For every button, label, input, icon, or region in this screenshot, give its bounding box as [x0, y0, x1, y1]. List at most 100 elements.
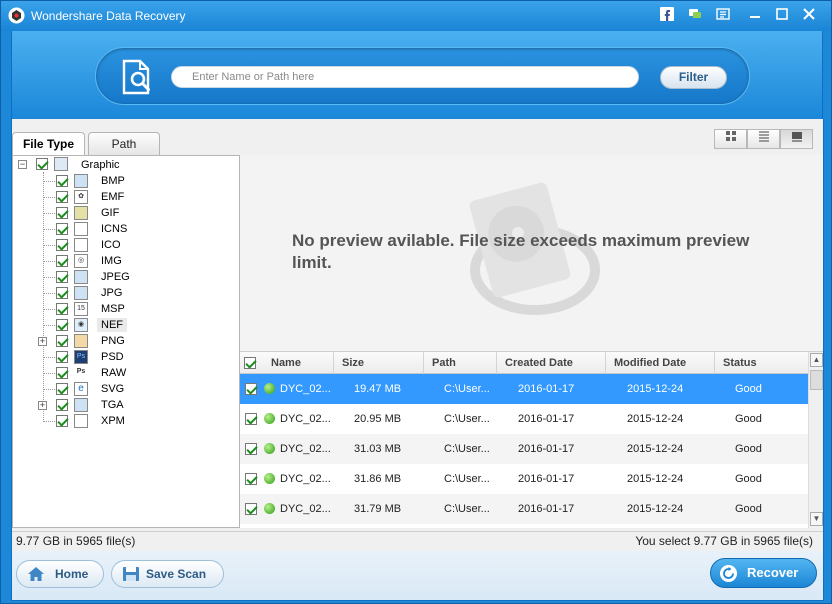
row-checkbox[interactable]: [245, 383, 257, 395]
tab-path[interactable]: Path: [88, 132, 160, 156]
xpm-icon: [74, 414, 88, 428]
bottom-bar: 9.77 GB in 5965 file(s) You select 9.77 …: [11, 531, 824, 601]
column-path[interactable]: Path: [424, 352, 497, 374]
tree-item-jpg[interactable]: JPG: [13, 286, 239, 302]
tree-item-label: TGA: [101, 399, 124, 411]
row-checkbox[interactable]: [245, 443, 257, 455]
file-path: C:\User...: [444, 383, 490, 395]
raw-checkbox[interactable]: [56, 367, 68, 379]
recover-label: Recover: [747, 565, 799, 580]
file-search-icon: [122, 59, 150, 95]
tree-item-bmp[interactable]: BMP: [13, 174, 239, 190]
jpeg-checkbox[interactable]: [56, 271, 68, 283]
file-size: 19.47 MB: [354, 383, 402, 395]
preview-view-icon[interactable]: [780, 129, 813, 149]
gif-checkbox[interactable]: [56, 207, 68, 219]
facebook-icon[interactable]: [659, 7, 675, 23]
status-strip: 9.77 GB in 5965 file(s) You select 9.77 …: [12, 531, 823, 551]
tree-item-label: EMF: [101, 191, 125, 203]
emf-checkbox[interactable]: [56, 191, 68, 203]
status-dot-icon: [264, 443, 275, 454]
tree-item-label: PSD: [101, 351, 124, 363]
search-bar: Filter: [95, 47, 750, 105]
table-row[interactable]: DYC_02... 31.03 MB C:\User... 2016-01-17…: [240, 434, 808, 464]
bmp-icon: [74, 174, 88, 188]
menu-icon[interactable]: [715, 7, 731, 23]
select-all-checkbox[interactable]: [244, 357, 256, 369]
psd-checkbox[interactable]: [56, 351, 68, 363]
expand-toggle-icon[interactable]: +: [38, 401, 47, 410]
graphic-checkbox[interactable]: [36, 158, 48, 170]
tree-item-png[interactable]: + PNG: [13, 334, 239, 350]
file-size: 20.95 MB: [354, 413, 402, 425]
scroll-thumb[interactable]: [810, 370, 823, 390]
tree-item-psd[interactable]: Ps PSD: [13, 350, 239, 366]
jpg-checkbox[interactable]: [56, 287, 68, 299]
tree-item-img[interactable]: ◎ IMG: [13, 254, 239, 270]
scroll-down-icon[interactable]: ▼: [810, 512, 823, 526]
tree-item-label: BMP: [101, 175, 125, 187]
tree-item-nef[interactable]: ◉ NEF: [13, 318, 239, 334]
created-date: 2016-01-17: [518, 443, 575, 455]
scroll-up-icon[interactable]: ▲: [810, 353, 823, 367]
list-view-icon[interactable]: [747, 129, 780, 149]
collapse-toggle-icon[interactable]: −: [18, 160, 27, 169]
chat-icon[interactable]: [687, 7, 703, 23]
file-list-scrollbar[interactable]: ▲ ▼: [808, 352, 823, 528]
row-checkbox[interactable]: [245, 473, 257, 485]
ico-checkbox[interactable]: [56, 239, 68, 251]
tree-item-label: JPG: [101, 287, 123, 299]
tree-item-label: MSP: [101, 303, 125, 315]
recover-button[interactable]: Recover: [710, 558, 817, 588]
search-input[interactable]: [171, 66, 639, 88]
row-checkbox[interactable]: [245, 413, 257, 425]
tga-checkbox[interactable]: [56, 399, 68, 411]
tree-item-jpeg[interactable]: JPEG: [13, 270, 239, 286]
tree-item-emf[interactable]: ✿ EMF: [13, 190, 239, 206]
tree-item-svg[interactable]: e SVG: [13, 382, 239, 398]
table-row[interactable]: DYC_02... 20.95 MB C:\User... 2016-01-17…: [240, 404, 808, 434]
png-checkbox[interactable]: [56, 335, 68, 347]
tree-item-tga[interactable]: + TGA: [13, 398, 239, 414]
status-dot-icon: [264, 503, 275, 514]
table-row[interactable]: DYC_02... 31.86 MB C:\User... 2016-01-17…: [240, 464, 808, 494]
xpm-checkbox[interactable]: [56, 415, 68, 427]
column-modified-date[interactable]: Modified Date: [606, 352, 715, 374]
tree-item-gif[interactable]: GIF: [13, 206, 239, 222]
tree-item-msp[interactable]: 15 MSP: [13, 302, 239, 318]
tree-root-label: Graphic: [81, 159, 120, 171]
icns-checkbox[interactable]: [56, 223, 68, 235]
svg-icon: e: [74, 382, 88, 396]
msp-checkbox[interactable]: [56, 303, 68, 315]
row-checkbox[interactable]: [245, 503, 257, 515]
table-row[interactable]: DYC_02... 31.79 MB C:\User... 2016-01-17…: [240, 494, 808, 524]
filter-button[interactable]: Filter: [660, 66, 727, 89]
home-button[interactable]: Home: [16, 560, 104, 588]
gif-icon: [74, 206, 88, 220]
nef-checkbox[interactable]: [56, 319, 68, 331]
column-name[interactable]: Name: [263, 352, 334, 374]
bmp-checkbox[interactable]: [56, 175, 68, 187]
table-row[interactable]: DYC_02... 19.47 MB C:\User... 2016-01-17…: [240, 374, 808, 404]
tree-item-raw[interactable]: Ps RAW: [13, 366, 239, 382]
column-created-date[interactable]: Created Date: [497, 352, 606, 374]
tree-item-ico[interactable]: ICO: [13, 238, 239, 254]
img-checkbox[interactable]: [56, 255, 68, 267]
expand-toggle-icon[interactable]: +: [38, 337, 47, 346]
maximize-icon[interactable]: [774, 7, 790, 23]
save-scan-button[interactable]: Save Scan: [111, 560, 224, 588]
status-text: Good: [735, 503, 762, 515]
tree-item-xpm[interactable]: XPM: [13, 414, 239, 430]
minimize-icon[interactable]: [747, 7, 763, 23]
column-size[interactable]: Size: [334, 352, 424, 374]
close-icon[interactable]: [801, 7, 817, 23]
tab-file-type[interactable]: File Type: [12, 132, 85, 157]
status-text: Good: [735, 383, 762, 395]
home-label: Home: [55, 567, 89, 581]
file-type-tree: − Graphic BMP ✿ EMF GIF ICNS ICO ◎ IMG J…: [12, 155, 240, 528]
thumbnail-view-icon[interactable]: [714, 129, 747, 149]
svg-checkbox[interactable]: [56, 383, 68, 395]
tree-item-icns[interactable]: ICNS: [13, 222, 239, 238]
column-status[interactable]: Status: [715, 352, 808, 374]
jpg-icon: [74, 286, 88, 300]
